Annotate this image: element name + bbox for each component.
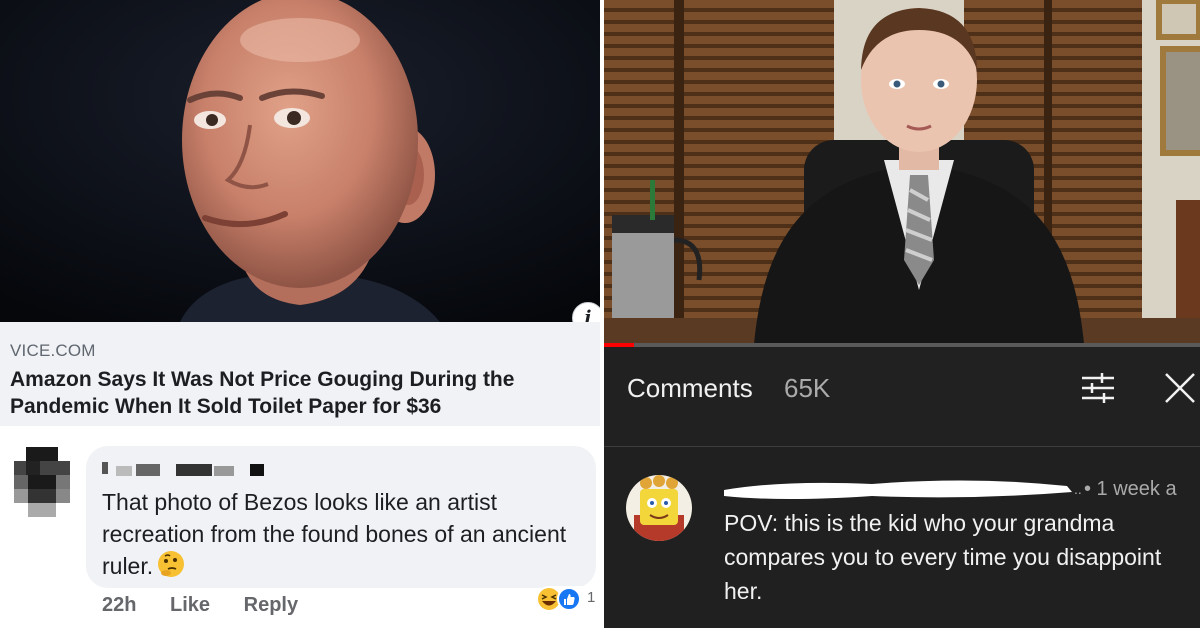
commenter-avatar[interactable] <box>626 475 692 541</box>
close-icon[interactable] <box>1162 370 1198 406</box>
video-frame[interactable] <box>604 0 1200 344</box>
comment-text: POV: this is the kid who your grandma co… <box>724 510 1162 604</box>
header-separator <box>604 446 1200 447</box>
commenter-name-redacted[interactable] <box>102 458 282 478</box>
haha-reaction-icon <box>538 588 560 610</box>
link-headline[interactable]: Amazon Says It Was Not Price Gouging Dur… <box>10 366 595 420</box>
commenter-name-redacted[interactable]: ... <box>722 476 1086 502</box>
reply-button[interactable]: Reply <box>244 594 298 616</box>
comment-text: That photo of Bezos looks like an artist… <box>102 486 582 582</box>
like-reaction-icon <box>557 587 581 611</box>
reaction-count: 1 <box>587 589 596 606</box>
comment-timestamp[interactable]: 22h <box>102 594 136 616</box>
comment-actions: 22h Like Reply <box>102 594 326 617</box>
link-source: VICE.COM <box>10 341 96 360</box>
video-scene <box>604 0 1200 344</box>
bald-man-portrait <box>0 0 600 322</box>
thinking-face-icon <box>158 551 185 577</box>
comments-count: 65K <box>784 373 831 403</box>
article-photo[interactable] <box>0 0 600 322</box>
facebook-post-panel: i VICE.COM Amazon Says It Was Not Price … <box>0 0 600 628</box>
like-button[interactable]: Like <box>170 594 210 616</box>
comments-title: Comments <box>627 373 753 403</box>
comment-time: • 1 week a <box>1084 478 1177 500</box>
commenter-avatar-pixelated[interactable] <box>10 447 74 517</box>
svg-text:...: ... <box>1074 481 1082 497</box>
sort-filter-icon[interactable] <box>1080 372 1116 404</box>
youtube-panel: Comments 65K .. • 1 week a POV: this is … <box>604 0 1200 628</box>
